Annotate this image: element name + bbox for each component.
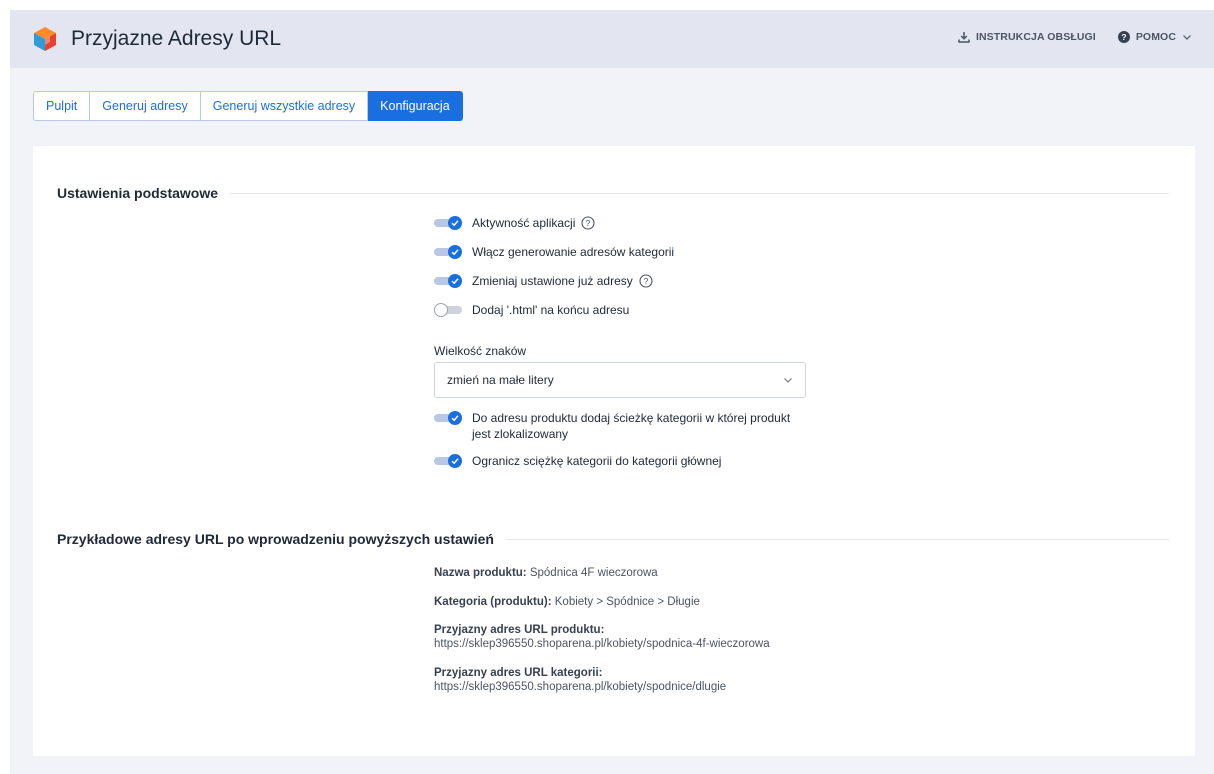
change-existing-toggle[interactable] [434, 274, 462, 288]
divider [505, 538, 1169, 540]
help-dropdown[interactable]: ? POMOC [1117, 31, 1192, 43]
check-icon [451, 458, 459, 465]
app-logo-icon [34, 27, 56, 51]
option-limit-path: Ogranicz sciężkę kategorii do kategorii … [434, 453, 721, 469]
svg-text:?: ? [1121, 32, 1126, 42]
help-label: POMOC [1135, 31, 1176, 43]
option-label: Włącz generowanie adresów kategorii [472, 245, 675, 259]
category-path-toggle[interactable] [434, 411, 462, 425]
svg-text:?: ? [643, 276, 648, 286]
examples-header: Przykładowe adresy URL po wprowadzeniu p… [57, 529, 1169, 549]
question-circle-icon: ? [1117, 31, 1130, 43]
example-category: Kategoria (produktu): Kobiety > Spódnice… [434, 596, 700, 608]
option-label: Aktywność aplikacji? [472, 215, 595, 231]
option-label: Zmieniaj ustawione już adresy? [472, 273, 653, 289]
tab-generuj-wszystkie-adresy[interactable]: Generuj wszystkie adresy [200, 91, 369, 121]
tab-pulpit[interactable]: Pulpit [33, 91, 91, 121]
chevron-down-icon [784, 378, 792, 383]
help-icon[interactable]: ? [639, 274, 653, 288]
divider [230, 192, 1169, 194]
check-icon [451, 249, 459, 256]
option-label: Ogranicz sciężkę kategorii do kategorii … [472, 454, 722, 468]
check-icon [451, 415, 459, 422]
limit-path-toggle[interactable] [434, 454, 462, 468]
section-title: Ustawienia podstawowe [57, 185, 219, 201]
html-suffix-toggle[interactable] [434, 303, 462, 317]
product-url: https://sklep396550.shoparena.pl/kobiety… [434, 638, 770, 650]
case-select-value: zmień na małe litery [447, 373, 554, 387]
example-product-name: Nazwa produktu: Spódnica 4F wieczorowa [434, 567, 658, 579]
option-app-active: Aktywność aplikacji? [434, 215, 595, 231]
section-title: Przykładowe adresy URL po wprowadzeniu p… [57, 531, 494, 547]
tab-konfiguracja[interactable]: Konfiguracja [368, 91, 463, 121]
case-field-label: Wielkość znaków [434, 344, 527, 358]
category-url: https://sklep396550.shoparena.pl/kobiety… [434, 681, 727, 693]
check-icon [451, 278, 459, 285]
option-label: Do adresu produktu dodaj ścieżkę kategor… [472, 411, 791, 441]
chevron-down-icon [1183, 35, 1191, 40]
settings-card: Ustawienia podstawowe Aktywność aplikacj… [33, 146, 1195, 756]
example-category-url: Przyjazny adres URL kategorii: https://s… [434, 667, 727, 693]
tab-bar: Pulpit Generuj adresy Generuj wszystkie … [33, 91, 463, 121]
option-html-suffix: Dodaj '.html' na końcu adresu [434, 302, 629, 318]
option-category-generation: Włącz generowanie adresów kategorii [434, 244, 674, 260]
app-header: Przyjazne Adresy URL INSTRUKCJA OBSŁUGI … [10, 10, 1214, 68]
download-icon [958, 32, 970, 43]
option-label: Dodaj '.html' na końcu adresu [472, 303, 630, 317]
option-category-path: Do adresu produktu dodaj ścieżkę kategor… [434, 410, 790, 442]
manual-label: INSTRUKCJA OBSŁUGI [975, 31, 1096, 43]
check-icon [451, 220, 459, 227]
help-icon[interactable]: ? [581, 216, 595, 230]
option-change-existing: Zmieniaj ustawione już adresy? [434, 273, 653, 289]
app-frame: Przyjazne Adresy URL INSTRUKCJA OBSŁUGI … [10, 10, 1214, 774]
basic-settings-header: Ustawienia podstawowe [57, 183, 1169, 203]
app-active-toggle[interactable] [434, 216, 462, 230]
manual-link[interactable]: INSTRUKCJA OBSŁUGI [958, 31, 1096, 43]
svg-text:?: ? [586, 218, 591, 228]
tab-generuj-adresy[interactable]: Generuj adresy [90, 91, 201, 121]
example-product-url: Przyjazny adres URL produktu: https://sk… [434, 624, 770, 650]
category-generation-toggle[interactable] [434, 245, 462, 259]
app-title: Przyjazne Adresy URL [71, 27, 282, 50]
case-select[interactable]: zmień na małe litery [434, 362, 806, 398]
